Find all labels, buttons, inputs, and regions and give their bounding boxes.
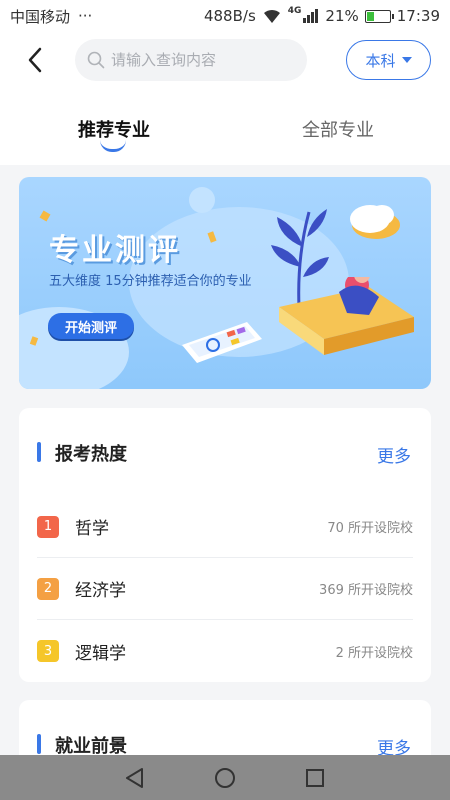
rank-badge: 1 (37, 515, 59, 538)
system-nav-bar (0, 755, 450, 800)
card-header: 报考热度 更多 (19, 408, 431, 496)
banner-title: 专业测评 (49, 233, 181, 268)
school-count: 70 所开设院校 (327, 521, 413, 536)
search-icon (87, 51, 105, 69)
signal-icon (303, 9, 319, 23)
list-item[interactable]: 3 逻辑学 2 所开设院校 (37, 620, 413, 682)
tab-all-majors[interactable]: 全部专业 (302, 116, 374, 142)
notification-dots: ··· (78, 7, 93, 25)
search-box[interactable] (75, 39, 307, 81)
list-item[interactable]: 1 哲学 70 所开设院校 (37, 496, 413, 558)
popularity-card: 报考热度 更多 1 哲学 70 所开设院校 2 经济学 369 所开设院校 3 … (19, 408, 431, 682)
rank-badge: 2 (37, 577, 59, 600)
triangle-back-icon[interactable] (124, 767, 146, 789)
caret-down-icon (401, 57, 412, 63)
clock: 17:39 (396, 7, 440, 25)
start-assessment-button[interactable]: 开始测评 (48, 313, 134, 339)
section-accent-bar (37, 734, 41, 754)
major-assessment-banner[interactable]: 专业测评 五大维度 15分钟推荐适合你的专业 开始测评 (19, 177, 431, 389)
cloud-icon (350, 205, 400, 239)
more-link[interactable]: 更多 (377, 442, 411, 467)
list-item[interactable]: 2 经济学 369 所开设院校 (37, 558, 413, 620)
book-illustration (279, 277, 414, 355)
battery-percent: 21% (325, 7, 359, 25)
school-count: 2 所开设院校 (335, 645, 413, 661)
network-type: 4G (287, 6, 302, 16)
major-name: 逻辑学 (75, 643, 126, 664)
major-name: 哲学 (75, 519, 109, 539)
banner-bubble (189, 187, 215, 213)
degree-level-label: 本科 (365, 51, 396, 70)
banner-subtitle: 五大维度 15分钟推荐适合你的专业 (49, 274, 252, 289)
major-name: 经济学 (75, 581, 126, 601)
tab-recommended-majors[interactable]: 推荐专业 (78, 116, 150, 142)
back-button[interactable] (20, 44, 50, 76)
circle-home-icon[interactable] (214, 767, 236, 789)
carrier-label: 中国移动 (10, 7, 71, 26)
section-accent-bar (37, 442, 41, 462)
status-bar: 中国移动 ··· 488B/s 4G 21% 17:39 (0, 0, 450, 32)
school-count: 369 所开设院校 (319, 583, 413, 598)
chevron-left-icon (28, 47, 42, 73)
section-title: 报考热度 (55, 444, 127, 465)
search-input[interactable] (111, 51, 291, 69)
square-recent-icon[interactable] (304, 767, 326, 789)
degree-level-dropdown[interactable]: 本科 (346, 40, 431, 80)
confetti (39, 210, 51, 222)
network-speed: 488B/s (203, 7, 256, 25)
active-tab-indicator (100, 140, 126, 152)
rank-badge: 3 (37, 640, 59, 662)
battery-icon (364, 9, 394, 23)
tab-bar: 推荐专业 全部专业 (0, 88, 450, 165)
wifi-icon (263, 9, 280, 23)
phone-illustration (182, 322, 262, 363)
header: 本科 (0, 32, 450, 88)
